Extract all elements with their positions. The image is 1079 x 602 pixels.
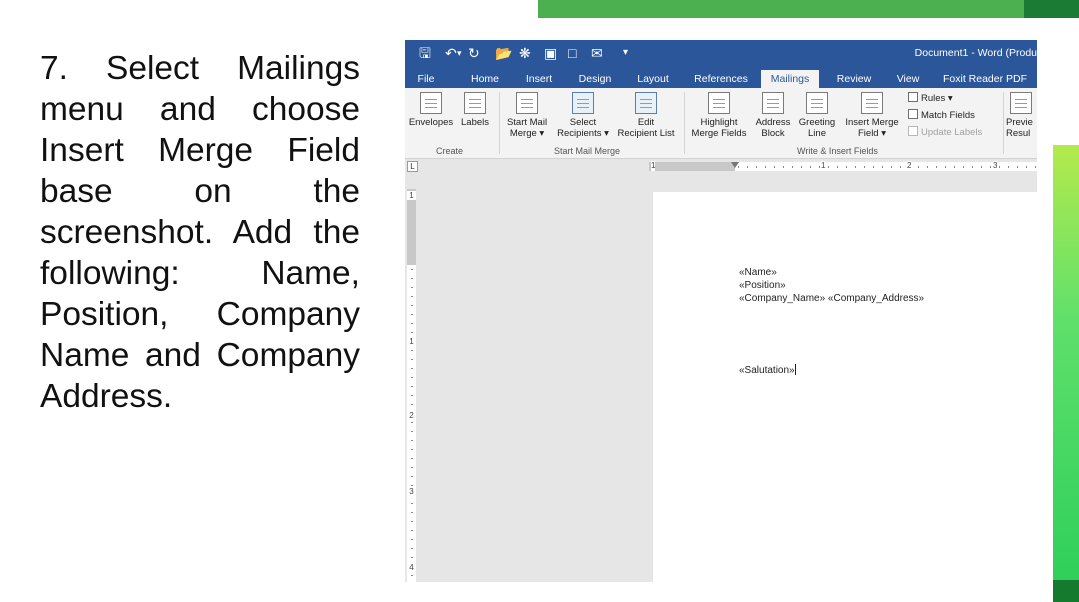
ruler-number: 3 — [407, 487, 416, 496]
update-labels-button[interactable]: Update Labels — [908, 126, 982, 139]
ruler-left-margin — [649, 162, 735, 171]
instruction-text: 7. Select Mailings menu and choose Inser… — [40, 50, 360, 415]
rules-button[interactable]: Rules ▾ — [908, 92, 953, 105]
address-block-button[interactable]: Address Block — [753, 92, 793, 139]
preview-results-button[interactable]: Previe Resul — [1006, 92, 1037, 139]
update-labels-icon — [908, 126, 918, 136]
greeting-line-icon — [806, 92, 828, 114]
select-recipients-button[interactable]: Select Recipients ▾ — [555, 92, 611, 139]
envelope-icon — [420, 92, 442, 114]
tab-design[interactable]: Design — [575, 70, 615, 88]
ribbon-separator — [684, 92, 685, 154]
tab-mailings[interactable]: Mailings — [761, 70, 819, 88]
edit-recipients-icon — [635, 92, 657, 114]
horizontal-ruler[interactable]: 1 1 2 3 — [649, 161, 1037, 171]
group-label-write-insert-fields: Write & Insert Fields — [797, 146, 878, 156]
ruler-top-margin — [407, 189, 416, 265]
undo-icon[interactable]: ↶ — [445, 44, 457, 62]
tab-selector[interactable]: L — [407, 161, 418, 172]
tab-review[interactable]: Review — [833, 70, 875, 88]
highlight-icon — [708, 92, 730, 114]
quick-access-toolbar: 🖫 ↶ ▾ ↻ 📂 ❋ ▣ □ ✉ ▾ Document1 - Word (Pr… — [405, 40, 1037, 67]
group-label-create: Create — [436, 146, 464, 156]
preview-results-icon — [1010, 92, 1032, 114]
tab-insert[interactable]: Insert — [521, 70, 557, 88]
start-mail-merge-button[interactable]: Start Mail Merge ▾ — [501, 92, 553, 139]
envelopes-button[interactable]: Envelopes — [407, 92, 455, 129]
ruler-number: 3 — [993, 161, 998, 171]
vertical-ruler[interactable]: 1 1 2 3 4 — [407, 189, 416, 582]
open-icon[interactable]: 📂 — [495, 44, 512, 62]
top-accent-bar — [538, 0, 1024, 18]
qat-dropdown-icon[interactable]: ▾ — [623, 44, 628, 62]
ruler-number: 1 — [407, 191, 416, 200]
document-page[interactable]: «Name» «Position» «Company_Name» «Compan… — [653, 192, 1037, 582]
labels-icon — [464, 92, 486, 114]
mailings-ribbon: Envelopes Labels Create Start Mail Merge… — [405, 88, 1037, 159]
merge-field-position[interactable]: «Position» — [739, 280, 786, 292]
indent-marker[interactable] — [731, 162, 739, 168]
ruler-number: 2 — [407, 411, 416, 420]
tab-home[interactable]: Home — [467, 70, 503, 88]
tab-references[interactable]: References — [691, 70, 751, 88]
tab-file[interactable]: File — [409, 70, 443, 88]
new-document-icon[interactable]: □ — [568, 44, 576, 62]
undo-dropdown-icon[interactable]: ▾ — [457, 44, 462, 62]
text-cursor — [794, 364, 796, 375]
ruler-number: 4 — [407, 563, 416, 572]
tab-layout[interactable]: Layout — [633, 70, 673, 88]
redo-icon[interactable]: ↻ — [468, 44, 480, 62]
rules-icon — [908, 92, 918, 102]
right-accent-bar-dark — [1053, 580, 1079, 602]
merge-field-name[interactable]: «Name» — [739, 267, 777, 279]
edit-recipient-list-button[interactable]: Edit Recipient List — [613, 92, 679, 139]
window-title: Document1 - Word (Produ — [914, 47, 1037, 59]
tab-foxit-reader-pdf[interactable]: Foxit Reader PDF — [933, 70, 1037, 88]
greeting-line-button[interactable]: Greeting Line — [795, 92, 839, 139]
ruler-number: 1 — [651, 161, 656, 171]
customize-icon[interactable]: ❋ — [519, 44, 531, 62]
match-fields-icon — [908, 109, 918, 119]
start-mail-merge-icon — [516, 92, 538, 114]
print-preview-icon[interactable]: ▣ — [544, 44, 557, 62]
merge-field-salutation[interactable]: «Salutation» — [739, 364, 796, 377]
highlight-merge-fields-button[interactable]: Highlight Merge Fields — [687, 92, 751, 139]
tab-view[interactable]: View — [891, 70, 925, 88]
word-window: 🖫 ↶ ▾ ↻ 📂 ❋ ▣ □ ✉ ▾ Document1 - Word (Pr… — [405, 40, 1037, 582]
merge-field-company[interactable]: «Company_Name» «Company_Address» — [739, 293, 924, 305]
top-accent-bar-dark — [1024, 0, 1079, 18]
ruler-row: L 1 1 2 3 — [405, 159, 1037, 173]
email-icon[interactable]: ✉ — [591, 44, 603, 62]
match-fields-button[interactable]: Match Fields — [908, 109, 975, 122]
ribbon-separator — [499, 92, 500, 154]
right-accent-bar — [1053, 145, 1079, 585]
ruler-number: 2 — [907, 161, 912, 171]
insert-merge-field-icon — [861, 92, 883, 114]
ribbon-separator — [1003, 92, 1004, 154]
save-icon[interactable]: 🖫 — [419, 44, 431, 62]
ruler-number: 1 — [821, 161, 826, 171]
recipients-icon — [572, 92, 594, 114]
group-label-start-mail-merge: Start Mail Merge — [554, 146, 621, 156]
ribbon-tabs: File Home Insert Design Layout Reference… — [405, 67, 1037, 88]
ruler-number: 1 — [407, 337, 416, 346]
insert-merge-field-button[interactable]: Insert Merge Field ▾ — [841, 92, 903, 139]
salutation-text: «Salutation» — [739, 365, 795, 376]
address-block-icon — [762, 92, 784, 114]
labels-button[interactable]: Labels — [457, 92, 493, 129]
